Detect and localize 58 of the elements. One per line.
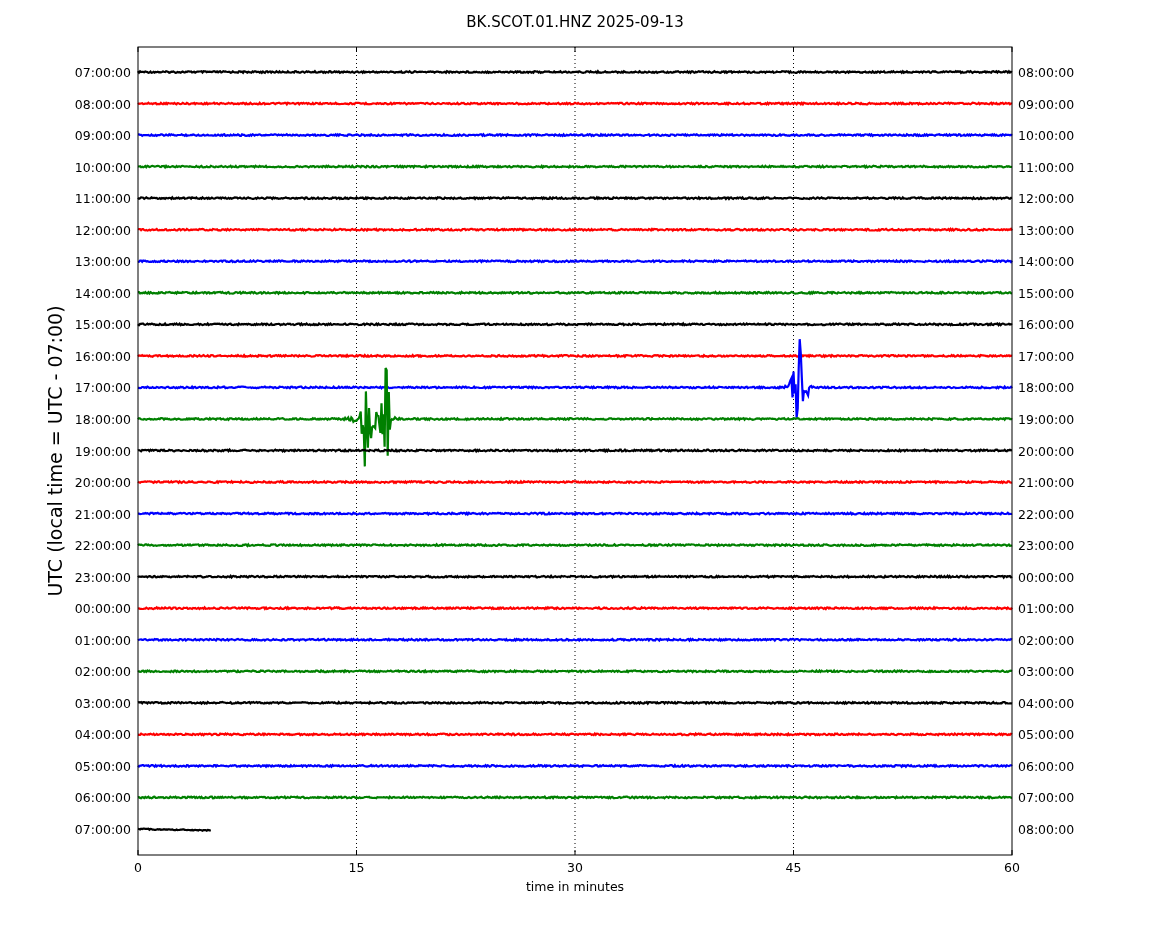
time-label: 13:00:00: [1018, 222, 1075, 238]
time-label: 00:00:00: [74, 601, 131, 617]
time-label: 15:00:00: [74, 317, 131, 333]
time-label: 09:00:00: [1018, 96, 1075, 112]
time-label: 19:00:00: [1018, 411, 1075, 427]
time-label: 07:00:00: [1018, 790, 1075, 806]
time-label: 16:00:00: [1018, 317, 1075, 333]
time-label: 19:00:00: [74, 443, 131, 459]
y-axis-label: UTC (local time = UTC - 07:00): [44, 305, 66, 597]
time-label: 16:00:00: [74, 348, 131, 364]
time-label: 04:00:00: [1018, 695, 1075, 711]
time-label: 10:00:00: [74, 159, 131, 175]
time-label: 18:00:00: [1018, 380, 1075, 396]
time-label: 00:00:00: [1018, 569, 1075, 585]
time-label: 08:00:00: [74, 96, 131, 112]
time-label: 07:00:00: [74, 65, 131, 80]
time-label: 23:00:00: [74, 569, 131, 585]
time-label: 02:00:00: [74, 664, 131, 680]
time-label: 05:00:00: [1018, 727, 1075, 743]
time-label: 06:00:00: [1018, 758, 1075, 774]
time-label: 23:00:00: [1018, 538, 1075, 554]
time-label: 12:00:00: [1018, 191, 1075, 207]
time-label: 20:00:00: [74, 475, 131, 491]
time-label: 17:00:00: [74, 380, 131, 396]
time-label: 11:00:00: [74, 191, 131, 207]
tick-label: 45: [785, 860, 802, 875]
time-label: 18:00:00: [74, 411, 131, 427]
time-label: 03:00:00: [74, 695, 131, 711]
time-label: 22:00:00: [74, 538, 131, 554]
x-axis-label: time in minutes: [525, 879, 625, 894]
tick-label: 60: [1004, 860, 1020, 875]
time-label: 05:00:00: [74, 758, 131, 774]
time-label: 02:00:00: [1018, 632, 1075, 648]
time-label: 14:00:00: [74, 285, 131, 301]
tick-label: 30: [567, 860, 583, 875]
time-label: 15:00:00: [1018, 285, 1075, 301]
time-label: 20:00:00: [1018, 443, 1075, 459]
time-label: 21:00:00: [1018, 475, 1075, 491]
time-label: 17:00:00: [1018, 348, 1075, 364]
time-label: 22:00:00: [1018, 506, 1075, 522]
time-label: 07:00:00: [74, 822, 131, 837]
time-label: 01:00:00: [1018, 601, 1075, 617]
tick-label: 0: [134, 860, 142, 875]
time-label: 06:00:00: [74, 790, 131, 806]
time-label: 08:00:00: [1018, 822, 1075, 837]
time-label: 11:00:00: [1018, 159, 1075, 175]
time-label: 21:00:00: [74, 506, 131, 522]
tick-label: 15: [348, 860, 365, 875]
time-label: 04:00:00: [74, 727, 131, 743]
time-label: 01:00:00: [74, 632, 131, 648]
chart-title: BK.SCOT.01.HNZ 2025-09-13: [466, 13, 684, 31]
time-label: 10:00:00: [1018, 128, 1075, 144]
time-label: 13:00:00: [74, 254, 131, 270]
time-label: 08:00:00: [1018, 65, 1075, 80]
time-label: 14:00:00: [1018, 254, 1075, 270]
time-label: 09:00:00: [74, 128, 131, 144]
time-label: 03:00:00: [1018, 664, 1075, 680]
time-label: 12:00:00: [74, 222, 131, 238]
